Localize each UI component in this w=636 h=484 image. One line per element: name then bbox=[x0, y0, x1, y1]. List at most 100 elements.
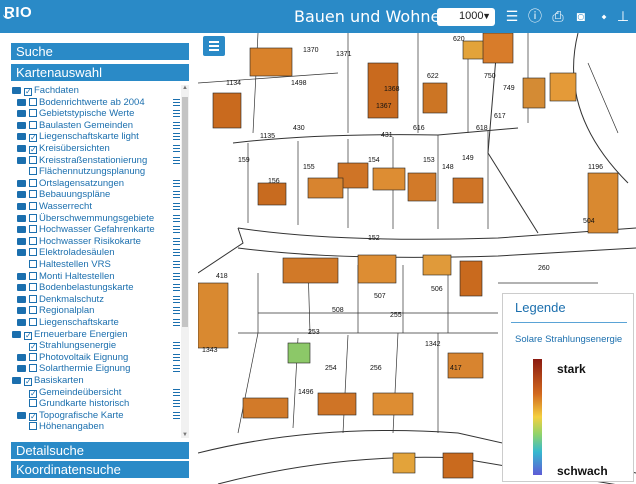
layer-tree-item[interactable]: Haltestellen VRS bbox=[17, 259, 111, 270]
layer-checkbox[interactable] bbox=[29, 283, 37, 292]
layer-tree-item[interactable]: Denkmalschutz bbox=[17, 294, 104, 305]
layer-tree-item[interactable]: Bebauungspläne bbox=[17, 189, 110, 200]
detail-search-header[interactable]: Detailsuche bbox=[11, 442, 189, 459]
layer-checkbox[interactable] bbox=[29, 120, 37, 129]
layer-tree-item[interactable]: Wasserrecht bbox=[17, 201, 92, 212]
layer-menu-icon[interactable] bbox=[173, 272, 180, 280]
layer-checkbox[interactable] bbox=[29, 109, 37, 118]
search-panel-header[interactable]: Suche bbox=[11, 43, 189, 60]
folder-icon[interactable] bbox=[17, 121, 26, 129]
layer-checkbox[interactable]: ✓ bbox=[24, 88, 32, 96]
folder-icon[interactable] bbox=[17, 249, 26, 257]
layer-menu-icon[interactable] bbox=[173, 295, 180, 303]
layer-menu-icon[interactable] bbox=[173, 411, 180, 419]
layer-menu-icon[interactable] bbox=[173, 179, 180, 187]
layer-tree-item[interactable]: Hochwasser Gefahrenkarte bbox=[17, 224, 155, 235]
layer-menu-icon[interactable] bbox=[173, 342, 180, 350]
folder-icon[interactable] bbox=[17, 295, 26, 303]
layer-tree-item[interactable]: Höhenangaben bbox=[17, 421, 104, 432]
folder-icon[interactable] bbox=[17, 411, 26, 419]
pushpin-icon[interactable]: ⊥ bbox=[614, 7, 632, 25]
layer-menu-icon[interactable] bbox=[173, 191, 180, 199]
layer-tree-item[interactable]: ✓ Strahlungsenergie bbox=[17, 340, 116, 352]
layer-tree-item[interactable]: Hochwasser Risikokarte bbox=[17, 236, 141, 247]
layer-menu-icon[interactable] bbox=[173, 249, 180, 257]
layer-checkbox[interactable] bbox=[29, 167, 37, 176]
layer-checkbox[interactable] bbox=[29, 306, 37, 315]
layer-tree-item[interactable]: Bodenrichtwerte ab 2004 bbox=[17, 97, 145, 108]
layer-menu-icon[interactable] bbox=[173, 110, 180, 118]
layer-checkbox[interactable] bbox=[29, 422, 37, 431]
folder-icon[interactable] bbox=[17, 191, 26, 199]
layer-checkbox[interactable]: ✓ bbox=[29, 389, 37, 398]
layer-menu-icon[interactable] bbox=[173, 365, 180, 373]
layer-checkbox[interactable]: ✓ bbox=[29, 134, 37, 143]
layer-checkbox[interactable] bbox=[29, 294, 37, 303]
folder-icon[interactable] bbox=[17, 110, 26, 118]
folder-icon[interactable] bbox=[17, 284, 26, 292]
layer-menu-icon[interactable] bbox=[173, 156, 180, 164]
folder-icon[interactable] bbox=[17, 133, 26, 141]
layer-checkbox[interactable] bbox=[29, 271, 37, 280]
layer-menu-icon[interactable] bbox=[173, 284, 180, 292]
layer-menu-icon[interactable] bbox=[173, 319, 180, 326]
layer-tree-item[interactable]: Liegenschaftskarte bbox=[17, 317, 119, 328]
folder-icon[interactable] bbox=[17, 365, 26, 373]
layer-checkbox[interactable] bbox=[29, 364, 37, 373]
layer-menu-icon[interactable] bbox=[173, 388, 180, 396]
layer-menu-icon[interactable] bbox=[173, 98, 180, 106]
folder-icon[interactable] bbox=[17, 237, 26, 245]
layer-menu-icon[interactable] bbox=[173, 121, 180, 129]
list-icon[interactable]: ☰ bbox=[503, 7, 521, 25]
layer-checkbox[interactable] bbox=[29, 248, 37, 257]
folder-icon[interactable] bbox=[17, 98, 26, 106]
layer-menu-icon[interactable] bbox=[173, 307, 180, 315]
folder-icon[interactable] bbox=[17, 272, 26, 280]
layer-checkbox[interactable]: ✓ bbox=[29, 343, 37, 352]
layer-tree-item[interactable]: Baulasten Gemeinden bbox=[17, 120, 133, 131]
layer-tree-item[interactable]: Elektroladesäulen bbox=[17, 247, 115, 258]
layer-checkbox[interactable] bbox=[29, 202, 37, 210]
layer-tree-item[interactable]: Flächennutzungsplanung bbox=[17, 166, 145, 177]
rio-logo[interactable]: RIO bbox=[3, 4, 32, 21]
location-pin-icon[interactable]: ⬩ bbox=[595, 7, 613, 25]
layer-menu-icon[interactable] bbox=[173, 237, 180, 245]
layer-tree-item[interactable]: ✓ Basiskarten bbox=[12, 375, 84, 386]
layer-tree-item[interactable]: ✓ Fachdaten bbox=[12, 85, 79, 96]
layer-checkbox[interactable] bbox=[29, 190, 37, 199]
camera-icon[interactable]: ◙ bbox=[572, 7, 590, 25]
layer-tree-item[interactable]: ✓ Gemeindeübersicht bbox=[17, 387, 121, 398]
layer-checkbox[interactable]: ✓ bbox=[29, 412, 37, 421]
map-menu-button[interactable] bbox=[203, 36, 225, 56]
layer-checkbox[interactable] bbox=[29, 225, 37, 234]
layer-tree-item[interactable]: Überschwemmungsgebiete bbox=[17, 213, 154, 224]
layer-checkbox[interactable] bbox=[29, 213, 37, 222]
folder-icon[interactable] bbox=[17, 307, 26, 315]
scroll-up-icon[interactable]: ▲ bbox=[181, 85, 189, 91]
coordinate-search-header[interactable]: Koordinatensuche bbox=[11, 461, 189, 478]
layer-checkbox[interactable] bbox=[29, 178, 37, 187]
folder-icon[interactable] bbox=[17, 214, 26, 222]
layer-tree-item[interactable]: Regionalplan bbox=[17, 305, 94, 316]
folder-icon[interactable] bbox=[17, 156, 26, 164]
layer-checkbox[interactable]: ✓ bbox=[24, 378, 32, 386]
layer-checkbox[interactable]: ✓ bbox=[24, 331, 32, 340]
layer-menu-icon[interactable] bbox=[173, 203, 180, 210]
layer-checkbox[interactable] bbox=[29, 260, 37, 268]
folder-icon[interactable] bbox=[12, 330, 21, 338]
layer-tree-item[interactable]: ✓ Erneuerbare Energien bbox=[12, 329, 127, 340]
layer-menu-icon[interactable] bbox=[173, 145, 180, 152]
folder-icon[interactable] bbox=[17, 145, 26, 152]
layer-tree-item[interactable]: Grundkarte historisch bbox=[17, 398, 129, 409]
folder-icon[interactable] bbox=[17, 203, 26, 210]
scroll-down-icon[interactable]: ▼ bbox=[181, 432, 189, 438]
layer-checkbox[interactable] bbox=[29, 155, 37, 164]
layer-menu-icon[interactable] bbox=[173, 353, 180, 361]
layer-tree-scrollbar[interactable]: ▲ ▼ bbox=[181, 85, 189, 438]
layer-menu-icon[interactable] bbox=[173, 400, 180, 408]
scrollbar-thumb[interactable] bbox=[182, 97, 188, 327]
layer-checkbox[interactable]: ✓ bbox=[29, 146, 37, 154]
layer-menu-icon[interactable] bbox=[173, 133, 180, 141]
layer-checkbox[interactable] bbox=[29, 236, 37, 245]
layer-checkbox[interactable] bbox=[29, 399, 37, 408]
